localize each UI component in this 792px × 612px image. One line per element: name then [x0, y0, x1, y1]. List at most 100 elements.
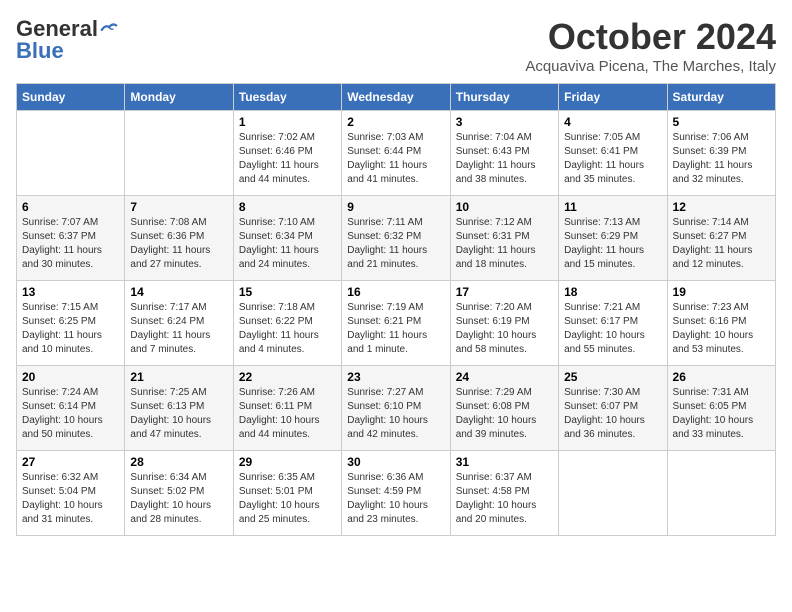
- day-number: 20: [22, 370, 119, 384]
- calendar-cell: 17 Sunrise: 7:20 AM Sunset: 6:19 PM Dayli…: [450, 281, 558, 366]
- day-number: 4: [564, 115, 661, 129]
- day-number: 9: [347, 200, 444, 214]
- day-number: 18: [564, 285, 661, 299]
- day-number: 16: [347, 285, 444, 299]
- day-info: Sunrise: 7:12 AM Sunset: 6:31 PM Dayligh…: [456, 216, 553, 272]
- calendar-cell: 5 Sunrise: 7:06 AM Sunset: 6:39 PM Daylig…: [667, 111, 775, 196]
- calendar-cell: 13 Sunrise: 7:15 AM Sunset: 6:25 PM Dayli…: [17, 281, 125, 366]
- calendar-cell: 7Sunrise: 7:08 AM Sunset: 6:36 PM Daylig…: [125, 196, 233, 281]
- day-number: 6: [22, 200, 119, 214]
- calendar-week-4: 27 Sunrise: 6:32 AM Sunset: 5:04 PM Dayli…: [17, 451, 776, 536]
- day-number: 11: [564, 200, 661, 214]
- day-number: 25: [564, 370, 661, 384]
- calendar-header-row: SundayMondayTuesdayWednesdayThursdayFrid…: [17, 84, 776, 111]
- day-info: Sunrise: 7:04 AM Sunset: 6:43 PM Dayligh…: [456, 131, 553, 187]
- day-number: 12: [673, 200, 770, 214]
- day-number: 2: [347, 115, 444, 129]
- header-day-friday: Friday: [559, 84, 667, 111]
- calendar-cell: 22Sunrise: 7:26 AM Sunset: 6:11 PM Dayli…: [233, 366, 341, 451]
- day-number: 28: [130, 455, 227, 469]
- day-number: 14: [130, 285, 227, 299]
- day-info: Sunrise: 7:20 AM Sunset: 6:19 PM Dayligh…: [456, 301, 553, 357]
- calendar-cell: 24 Sunrise: 7:29 AM Sunset: 6:08 PM Dayli…: [450, 366, 558, 451]
- day-info: Sunrise: 6:36 AM Sunset: 4:59 PM Dayligh…: [347, 471, 444, 527]
- day-info: Sunrise: 7:29 AM Sunset: 6:08 PM Dayligh…: [456, 386, 553, 442]
- calendar-cell: [17, 111, 125, 196]
- calendar-cell: 26 Sunrise: 7:31 AM Sunset: 6:05 PM Dayli…: [667, 366, 775, 451]
- day-info: Sunrise: 7:15 AM Sunset: 6:25 PM Dayligh…: [22, 301, 119, 357]
- calendar-cell: 31Sunrise: 6:37 AM Sunset: 4:58 PM Dayli…: [450, 451, 558, 536]
- calendar-cell: 11 Sunrise: 7:13 AM Sunset: 6:29 PM Dayli…: [559, 196, 667, 281]
- calendar-cell: 23 Sunrise: 7:27 AM Sunset: 6:10 PM Dayli…: [342, 366, 450, 451]
- day-number: 30: [347, 455, 444, 469]
- calendar-cell: 10 Sunrise: 7:12 AM Sunset: 6:31 PM Dayli…: [450, 196, 558, 281]
- day-info: Sunrise: 7:13 AM Sunset: 6:29 PM Dayligh…: [564, 216, 661, 272]
- logo: General Blue: [16, 16, 118, 64]
- calendar-cell: 25 Sunrise: 7:30 AM Sunset: 6:07 PM Dayli…: [559, 366, 667, 451]
- day-info: Sunrise: 6:34 AM Sunset: 5:02 PM Dayligh…: [130, 471, 227, 527]
- calendar-week-3: 20Sunrise: 7:24 AM Sunset: 6:14 PM Dayli…: [17, 366, 776, 451]
- month-title: October 2024: [525, 16, 776, 58]
- day-number: 29: [239, 455, 336, 469]
- logo-blue: Blue: [16, 38, 64, 64]
- day-number: 8: [239, 200, 336, 214]
- day-info: Sunrise: 7:30 AM Sunset: 6:07 PM Dayligh…: [564, 386, 661, 442]
- day-number: 7: [130, 200, 227, 214]
- calendar-week-1: 6 Sunrise: 7:07 AM Sunset: 6:37 PM Daylig…: [17, 196, 776, 281]
- day-info: Sunrise: 7:07 AM Sunset: 6:37 PM Dayligh…: [22, 216, 119, 272]
- header-day-sunday: Sunday: [17, 84, 125, 111]
- day-number: 13: [22, 285, 119, 299]
- day-info: Sunrise: 7:05 AM Sunset: 6:41 PM Dayligh…: [564, 131, 661, 187]
- header-day-tuesday: Tuesday: [233, 84, 341, 111]
- calendar-cell: 19Sunrise: 7:23 AM Sunset: 6:16 PM Dayli…: [667, 281, 775, 366]
- calendar-cell: 30 Sunrise: 6:36 AM Sunset: 4:59 PM Dayli…: [342, 451, 450, 536]
- calendar-cell: 20Sunrise: 7:24 AM Sunset: 6:14 PM Dayli…: [17, 366, 125, 451]
- day-info: Sunrise: 7:19 AM Sunset: 6:21 PM Dayligh…: [347, 301, 444, 357]
- day-info: Sunrise: 7:18 AM Sunset: 6:22 PM Dayligh…: [239, 301, 336, 357]
- calendar-cell: 21Sunrise: 7:25 AM Sunset: 6:13 PM Dayli…: [125, 366, 233, 451]
- day-number: 22: [239, 370, 336, 384]
- day-number: 23: [347, 370, 444, 384]
- calendar-cell: 18 Sunrise: 7:21 AM Sunset: 6:17 PM Dayli…: [559, 281, 667, 366]
- calendar-cell: 27 Sunrise: 6:32 AM Sunset: 5:04 PM Dayli…: [17, 451, 125, 536]
- day-info: Sunrise: 7:23 AM Sunset: 6:16 PM Dayligh…: [673, 301, 770, 357]
- day-number: 5: [673, 115, 770, 129]
- day-info: Sunrise: 7:31 AM Sunset: 6:05 PM Dayligh…: [673, 386, 770, 442]
- calendar-cell: 28 Sunrise: 6:34 AM Sunset: 5:02 PM Dayli…: [125, 451, 233, 536]
- calendar-cell: 6 Sunrise: 7:07 AM Sunset: 6:37 PM Daylig…: [17, 196, 125, 281]
- day-number: 21: [130, 370, 227, 384]
- header-day-thursday: Thursday: [450, 84, 558, 111]
- header-day-wednesday: Wednesday: [342, 84, 450, 111]
- day-info: Sunrise: 7:27 AM Sunset: 6:10 PM Dayligh…: [347, 386, 444, 442]
- day-number: 24: [456, 370, 553, 384]
- calendar-table: SundayMondayTuesdayWednesdayThursdayFrid…: [16, 83, 776, 536]
- day-info: Sunrise: 6:37 AM Sunset: 4:58 PM Dayligh…: [456, 471, 553, 527]
- page-header: General Blue October 2024 Acquaviva Pice…: [16, 16, 776, 75]
- day-number: 15: [239, 285, 336, 299]
- logo-bird-icon: [100, 22, 118, 36]
- calendar-cell: 12 Sunrise: 7:14 AM Sunset: 6:27 PM Dayli…: [667, 196, 775, 281]
- header-day-saturday: Saturday: [667, 84, 775, 111]
- day-info: Sunrise: 7:14 AM Sunset: 6:27 PM Dayligh…: [673, 216, 770, 272]
- day-number: 17: [456, 285, 553, 299]
- calendar-cell: [667, 451, 775, 536]
- calendar-cell: 15 Sunrise: 7:18 AM Sunset: 6:22 PM Dayli…: [233, 281, 341, 366]
- day-number: 27: [22, 455, 119, 469]
- calendar-cell: 2Sunrise: 7:03 AM Sunset: 6:44 PM Daylig…: [342, 111, 450, 196]
- day-info: Sunrise: 7:02 AM Sunset: 6:46 PM Dayligh…: [239, 131, 336, 187]
- calendar-week-0: 1 Sunrise: 7:02 AM Sunset: 6:46 PM Daylig…: [17, 111, 776, 196]
- day-info: Sunrise: 7:21 AM Sunset: 6:17 PM Dayligh…: [564, 301, 661, 357]
- day-number: 10: [456, 200, 553, 214]
- day-number: 1: [239, 115, 336, 129]
- day-info: Sunrise: 7:17 AM Sunset: 6:24 PM Dayligh…: [130, 301, 227, 357]
- day-info: Sunrise: 6:35 AM Sunset: 5:01 PM Dayligh…: [239, 471, 336, 527]
- calendar-cell: 1 Sunrise: 7:02 AM Sunset: 6:46 PM Daylig…: [233, 111, 341, 196]
- day-info: Sunrise: 7:06 AM Sunset: 6:39 PM Dayligh…: [673, 131, 770, 187]
- day-info: Sunrise: 6:32 AM Sunset: 5:04 PM Dayligh…: [22, 471, 119, 527]
- calendar-cell: 9Sunrise: 7:11 AM Sunset: 6:32 PM Daylig…: [342, 196, 450, 281]
- header-day-monday: Monday: [125, 84, 233, 111]
- calendar-cell: 4 Sunrise: 7:05 AM Sunset: 6:41 PM Daylig…: [559, 111, 667, 196]
- day-number: 26: [673, 370, 770, 384]
- title-section: October 2024 Acquaviva Picena, The March…: [525, 16, 776, 75]
- calendar-cell: 14 Sunrise: 7:17 AM Sunset: 6:24 PM Dayli…: [125, 281, 233, 366]
